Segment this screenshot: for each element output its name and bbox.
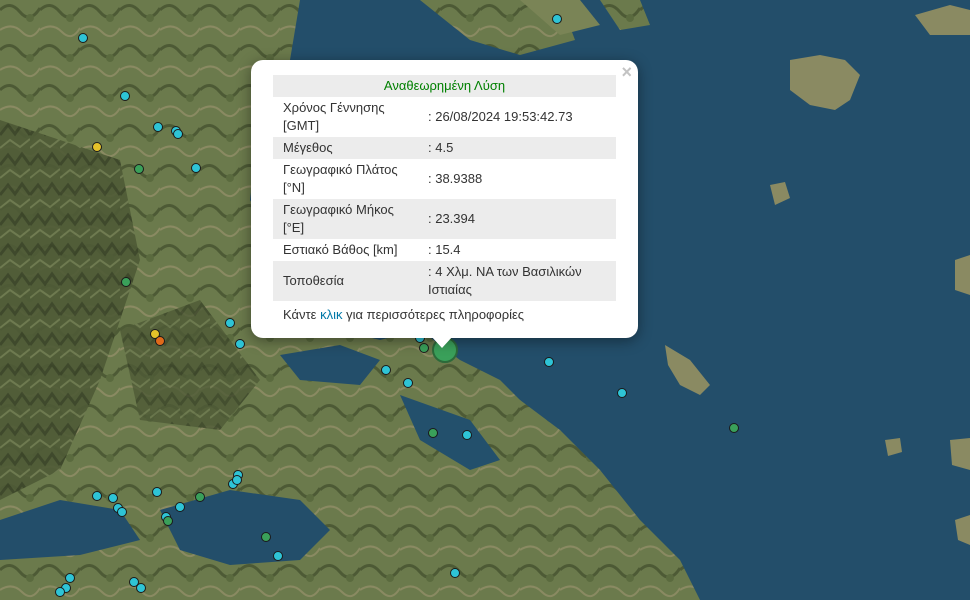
earthquake-marker[interactable] bbox=[121, 277, 131, 287]
table-row: Τοποθεσία : 4 Χλμ. ΝΑ των Βασιλικών Ιστι… bbox=[273, 261, 616, 301]
map-view[interactable]: × Αναθεωρημένη Λύση Χρόνος Γέννησης [GMT… bbox=[0, 0, 970, 600]
earthquake-marker[interactable] bbox=[381, 365, 391, 375]
earthquake-marker[interactable] bbox=[92, 491, 102, 501]
earthquake-marker[interactable] bbox=[173, 129, 183, 139]
earthquake-details-table: Αναθεωρημένη Λύση Χρόνος Γέννησης [GMT] … bbox=[273, 75, 616, 301]
earthquake-marker[interactable] bbox=[450, 568, 460, 578]
earthquake-marker[interactable] bbox=[544, 357, 554, 367]
longitude-value: : 23.394 bbox=[418, 199, 616, 239]
earthquake-marker[interactable] bbox=[419, 343, 429, 353]
magnitude-value: : 4.5 bbox=[418, 137, 616, 159]
location-label: Τοποθεσία bbox=[273, 261, 418, 301]
earthquake-marker[interactable] bbox=[403, 378, 413, 388]
earthquake-marker[interactable] bbox=[191, 163, 201, 173]
earthquake-marker[interactable] bbox=[163, 516, 173, 526]
earthquake-marker[interactable] bbox=[153, 122, 163, 132]
close-icon[interactable]: × bbox=[621, 63, 632, 81]
longitude-label: Γεωγραφικό Μήκος [°E] bbox=[273, 199, 418, 239]
earthquake-marker[interactable] bbox=[617, 388, 627, 398]
table-row: Γεωγραφικό Μήκος [°E] : 23.394 bbox=[273, 199, 616, 239]
earthquake-marker[interactable] bbox=[235, 339, 245, 349]
popup-tip bbox=[431, 336, 453, 348]
origin-time-label: Χρόνος Γέννησης [GMT] bbox=[283, 100, 385, 133]
earthquake-marker[interactable] bbox=[552, 14, 562, 24]
earthquake-marker[interactable] bbox=[729, 423, 739, 433]
earthquake-marker[interactable] bbox=[134, 164, 144, 174]
earthquake-marker[interactable] bbox=[428, 428, 438, 438]
table-row: Γεωγραφικό Πλάτος [°N] : 38.9388 bbox=[273, 159, 616, 199]
earthquake-marker[interactable] bbox=[232, 475, 242, 485]
earthquake-marker[interactable] bbox=[92, 142, 102, 152]
magnitude-label: Μέγεθος bbox=[273, 137, 418, 159]
origin-time-value: : 26/08/2024 19:53:42.73 bbox=[428, 109, 573, 124]
earthquake-info-popup: × Αναθεωρημένη Λύση Χρόνος Γέννησης [GMT… bbox=[251, 60, 638, 338]
popup-title: Αναθεωρημένη Λύση bbox=[273, 75, 616, 97]
depth-value: : 15.4 bbox=[428, 242, 461, 257]
earthquake-marker[interactable] bbox=[273, 551, 283, 561]
earthquake-marker[interactable] bbox=[65, 573, 75, 583]
earthquake-marker[interactable] bbox=[462, 430, 472, 440]
more-info-link[interactable]: κλικ bbox=[320, 307, 342, 322]
earthquake-marker[interactable] bbox=[120, 91, 130, 101]
depth-label: Εστιακό Βάθος [km] bbox=[283, 242, 398, 257]
earthquake-marker[interactable] bbox=[195, 492, 205, 502]
earthquake-marker[interactable] bbox=[152, 487, 162, 497]
earthquake-marker[interactable] bbox=[261, 532, 271, 542]
latitude-label: Γεωγραφικό Πλάτος [°N] bbox=[283, 162, 398, 195]
earthquake-marker[interactable] bbox=[225, 318, 235, 328]
earthquake-marker[interactable] bbox=[175, 502, 185, 512]
table-row: Χρόνος Γέννησης [GMT] : 26/08/2024 19:53… bbox=[273, 97, 616, 137]
latitude-value: : 38.9388 bbox=[428, 171, 483, 186]
location-value: : 4 Χλμ. ΝΑ των Βασιλικών Ιστιαίας bbox=[418, 261, 616, 301]
footer-prefix: Κάντε bbox=[283, 307, 321, 322]
earthquake-marker[interactable] bbox=[78, 33, 88, 43]
table-row: Αναθεωρημένη Λύση bbox=[273, 75, 616, 97]
earthquake-marker[interactable] bbox=[155, 336, 165, 346]
table-row: Μέγεθος : 4.5 bbox=[273, 137, 616, 159]
footer-suffix: για περισσότερες πληροφορίες bbox=[342, 307, 525, 322]
earthquake-marker[interactable] bbox=[136, 583, 146, 593]
earthquake-marker[interactable] bbox=[108, 493, 118, 503]
earthquake-marker[interactable] bbox=[55, 587, 65, 597]
more-info-text: Κάντε κλικ για περισσότερες πληροφορίες bbox=[273, 301, 616, 322]
earthquake-marker[interactable] bbox=[117, 507, 127, 517]
table-row: Εστιακό Βάθος [km] : 15.4 bbox=[273, 239, 616, 261]
